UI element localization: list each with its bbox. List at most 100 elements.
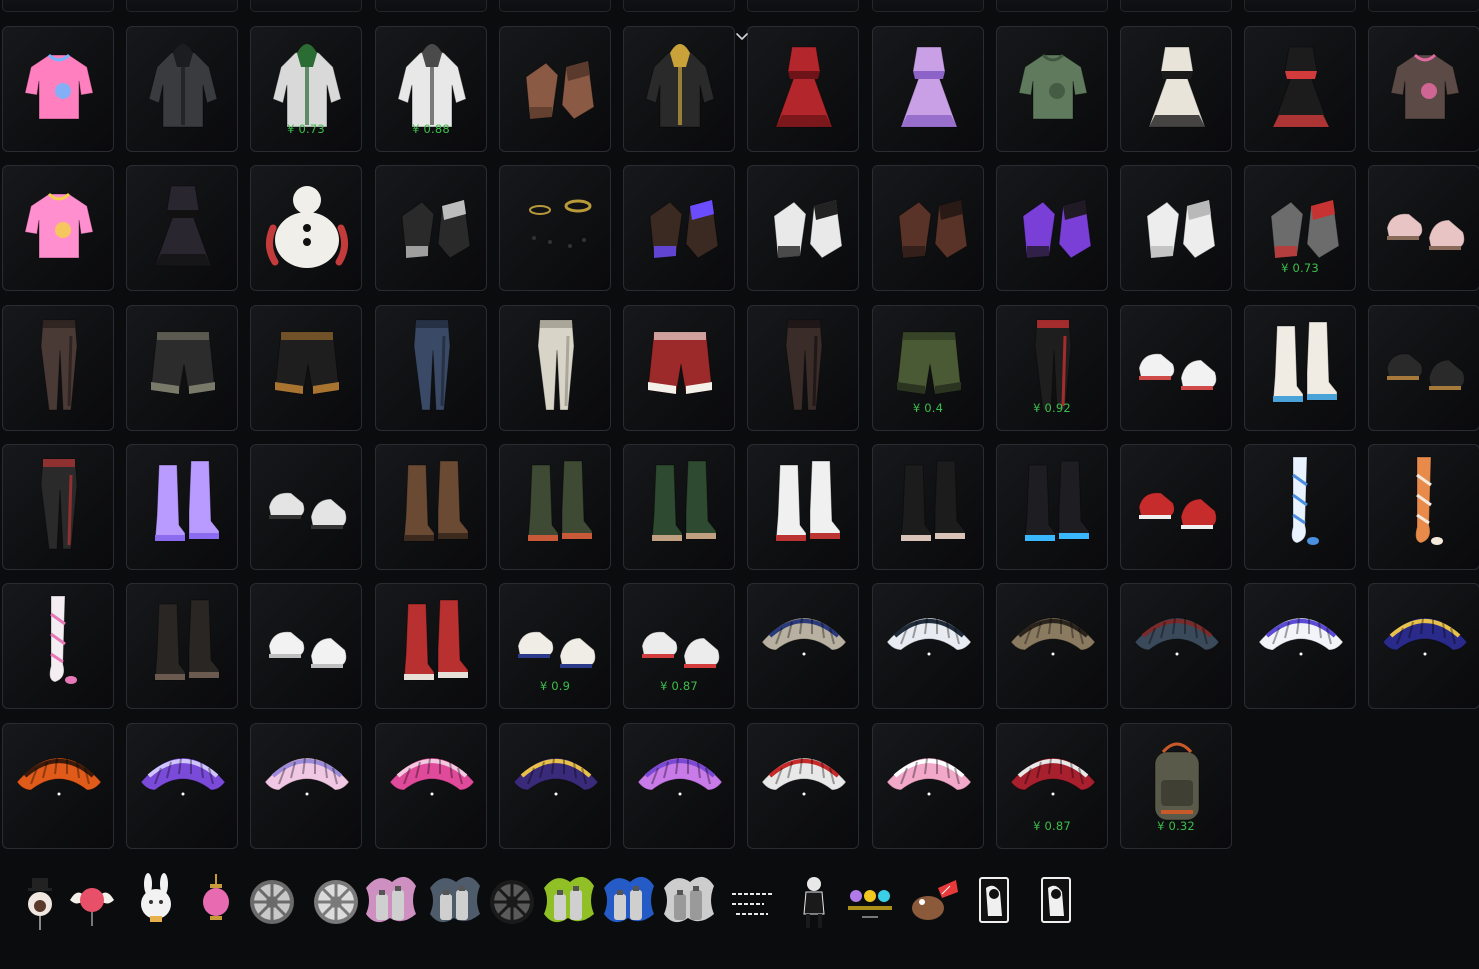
poster-card-1-image	[979, 877, 1009, 923]
item-tile-bunny-sneakers[interactable]	[1368, 165, 1479, 291]
item-tile-blue-sole-boots[interactable]	[996, 444, 1108, 570]
accessory-pink-lantern-charm[interactable]	[188, 870, 244, 934]
accessory-black-rim[interactable]	[484, 870, 540, 934]
item-tile-green-hooded-jacket[interactable]: ¥ 0.73	[250, 26, 362, 152]
item-tile-white-hoodie[interactable]: ¥ 0.88	[375, 26, 487, 152]
accessory-white-spray-paint[interactable]	[660, 870, 716, 934]
dark-spray-paint-image	[430, 876, 480, 923]
item-tile-gold-trim-jacket[interactable]	[623, 26, 735, 152]
item-tile-parachute-crimson[interactable]: ¥ 0.87	[996, 723, 1108, 849]
item-tile-arm-wraps[interactable]	[499, 26, 611, 152]
item-tile-dark-hooded-jacket[interactable]	[126, 26, 238, 152]
item-tile-cargo-shorts[interactable]: ¥ 0.4	[872, 305, 984, 431]
accessory-pink-spray-paint[interactable]	[362, 870, 418, 934]
item-tile-camo-backpack[interactable]: ¥ 0.32	[1120, 723, 1232, 849]
item-tile-parachute-road-king[interactable]	[872, 583, 984, 709]
item-tile-parachute-red-white[interactable]	[747, 723, 859, 849]
accessory-bunny-charm[interactable]	[128, 870, 184, 934]
item-tile-purple-platforms[interactable]	[126, 444, 238, 570]
item-tile-studded-boots[interactable]	[126, 583, 238, 709]
item-tile-leopard-shorts[interactable]	[250, 305, 362, 431]
item-tile-red-stripe-pants[interactable]: ¥ 0.92	[996, 305, 1108, 431]
item-tile-parachute-dark-print[interactable]	[1120, 583, 1232, 709]
item-tile-white-sneakers[interactable]	[250, 583, 362, 709]
item-tile-parachute-white-box[interactable]	[1244, 583, 1356, 709]
item-tile-snowman-suit[interactable]	[250, 165, 362, 291]
item-tile-blue-ribbon-stockings[interactable]	[1244, 444, 1356, 570]
item-tile-parachute-blue-gold[interactable]	[1368, 583, 1479, 709]
accessory-pet-with-tag[interactable]	[904, 870, 960, 934]
item-tile-black-knee-boots[interactable]	[872, 444, 984, 570]
item-tile-green-combat-boots[interactable]	[623, 444, 735, 570]
item-tile-gold-bracelets[interactable]	[499, 165, 611, 291]
item-tile-santa-shorts[interactable]	[623, 305, 735, 431]
item-tile-black-bodysuit[interactable]	[126, 165, 238, 291]
accessory-android-figure[interactable]	[786, 870, 842, 934]
item-tile-red-sole-sneakers[interactable]: ¥ 0.87	[623, 583, 735, 709]
item-tile-racer-top[interactable]	[1244, 26, 1356, 152]
item-tile-parachute-pastel[interactable]	[250, 723, 362, 849]
chevron-down-icon[interactable]	[734, 30, 750, 44]
item-tile-parachute-emblem[interactable]	[996, 583, 1108, 709]
item-tile-orange-stockings[interactable]	[1368, 444, 1479, 570]
item-tile-white-high-tops[interactable]	[1120, 305, 1232, 431]
accessory-top-hat-charm[interactable]	[12, 870, 68, 934]
accessory-poster-card-1[interactable]	[966, 870, 1022, 934]
item-tile-parachute-pink-logo[interactable]	[872, 723, 984, 849]
accessory-winged-heart-charm[interactable]	[64, 870, 120, 934]
accessory-silver-rim-1[interactable]	[244, 870, 300, 934]
item-tile-white-gloves[interactable]	[1120, 165, 1232, 291]
item-tile-leather-shorts[interactable]	[126, 305, 238, 431]
parachute-cosmic-image	[513, 757, 599, 796]
accessory-emoji-sticker[interactable]	[842, 870, 898, 934]
green-sweater-image	[1018, 53, 1088, 120]
item-tile-stockings[interactable]	[2, 305, 114, 431]
item-tile-pink-crop-top[interactable]	[2, 165, 114, 291]
blue-spray-paint-image	[604, 876, 654, 923]
item-tile-hooded-scarf[interactable]	[2, 26, 114, 152]
item-tile-white-cuff-gloves[interactable]	[747, 165, 859, 291]
item-tile-parachute-pink-graffiti[interactable]	[375, 723, 487, 849]
item-tile-purple-claw-gloves[interactable]	[623, 165, 735, 291]
accessory-poster-card-2[interactable]	[1028, 870, 1084, 934]
item-tile-parachute-striped[interactable]	[747, 583, 859, 709]
item-price: ¥ 0.87	[1033, 819, 1071, 833]
accessory-blue-spray-paint[interactable]	[600, 870, 656, 934]
strip-tile	[1120, 0, 1232, 12]
item-tile-gold-trim-sneakers[interactable]: ¥ 0.9	[499, 583, 611, 709]
item-tile-leather-gloves[interactable]	[872, 165, 984, 291]
item-tile-red-patch-gloves[interactable]: ¥ 0.73	[1244, 165, 1356, 291]
item-tile-white-pants[interactable]	[499, 305, 611, 431]
item-tile-white-loafers[interactable]	[250, 444, 362, 570]
item-tile-brown-tall-boots[interactable]	[375, 444, 487, 570]
item-tile-fur-sneakers[interactable]	[1368, 305, 1479, 431]
item-tile-white-leg-warmers[interactable]	[747, 444, 859, 570]
item-tile-purple-tactical-gloves[interactable]	[996, 165, 1108, 291]
item-tile-heart-tee[interactable]	[1368, 26, 1479, 152]
accessory-dark-spray-paint[interactable]	[426, 870, 482, 934]
item-tile-maid-outfit[interactable]	[1120, 26, 1232, 152]
purple-kimono-image	[900, 46, 958, 128]
item-tile-red-laced-boots[interactable]	[375, 583, 487, 709]
item-tile-pink-ribbon-stockings[interactable]	[2, 583, 114, 709]
item-tile-purple-kimono[interactable]	[872, 26, 984, 152]
item-tile-strap-pants[interactable]	[747, 305, 859, 431]
item-tile-green-sweater[interactable]	[996, 26, 1108, 152]
white-high-tops-image	[1138, 353, 1217, 390]
accessory-silver-rim-2[interactable]	[308, 870, 364, 934]
plaid-skirt-jeans-image	[413, 319, 451, 411]
item-tile-parachute-fire[interactable]	[2, 723, 114, 849]
item-tile-parachute-cosmic[interactable]	[499, 723, 611, 849]
item-tile-floral-boots[interactable]	[1244, 305, 1356, 431]
item-tile-parachute-violet[interactable]	[623, 723, 735, 849]
item-tile-red-dress[interactable]	[747, 26, 859, 152]
item-tile-red-sneakers[interactable]	[1120, 444, 1232, 570]
item-tile-plaid-skirt-jeans[interactable]	[375, 305, 487, 431]
item-tile-skeleton-gloves[interactable]	[375, 165, 487, 291]
item-tile-strap-stockings[interactable]	[2, 444, 114, 570]
item-tile-parachute-purple-tag[interactable]	[126, 723, 238, 849]
parachute-violet-image	[637, 757, 723, 796]
accessory-japanese-text-emote[interactable]	[724, 870, 780, 934]
accessory-lime-spray-paint[interactable]	[540, 870, 596, 934]
item-tile-wrap-boots[interactable]	[499, 444, 611, 570]
